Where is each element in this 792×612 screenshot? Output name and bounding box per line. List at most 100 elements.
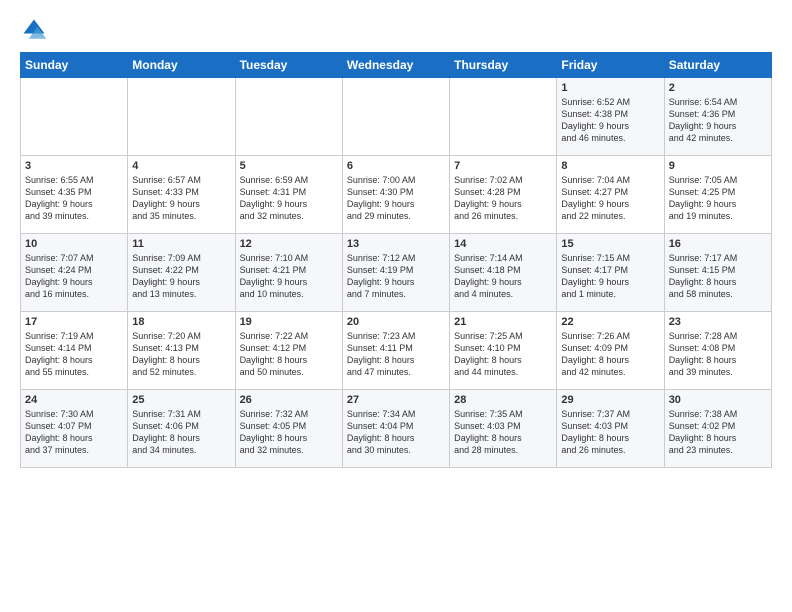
day-info-line: and 29 minutes. — [347, 210, 445, 222]
calendar-cell: 20Sunrise: 7:23 AMSunset: 4:11 PMDayligh… — [342, 312, 449, 390]
calendar-cell: 30Sunrise: 7:38 AMSunset: 4:02 PMDayligh… — [664, 390, 771, 468]
weekday-header-tuesday: Tuesday — [235, 53, 342, 78]
day-info-line: Sunrise: 7:23 AM — [347, 330, 445, 342]
day-info-line: Sunset: 4:08 PM — [669, 342, 767, 354]
day-info-line: Sunrise: 7:07 AM — [25, 252, 123, 264]
day-info-line: and 58 minutes. — [669, 288, 767, 300]
day-number: 27 — [347, 394, 445, 406]
day-info-line: Sunset: 4:15 PM — [669, 264, 767, 276]
day-number: 16 — [669, 238, 767, 250]
day-info-line: Daylight: 9 hours — [561, 276, 659, 288]
day-info-line: Sunset: 4:25 PM — [669, 186, 767, 198]
calendar-cell: 26Sunrise: 7:32 AMSunset: 4:05 PMDayligh… — [235, 390, 342, 468]
day-info-line: Daylight: 9 hours — [454, 276, 552, 288]
day-info-line: Sunrise: 7:09 AM — [132, 252, 230, 264]
day-info-line: and 44 minutes. — [454, 366, 552, 378]
week-row-2: 3Sunrise: 6:55 AMSunset: 4:35 PMDaylight… — [21, 156, 772, 234]
day-info-line: Sunrise: 6:54 AM — [669, 96, 767, 108]
day-number: 28 — [454, 394, 552, 406]
day-info-line: and 52 minutes. — [132, 366, 230, 378]
day-info-line: Sunrise: 6:52 AM — [561, 96, 659, 108]
calendar-cell: 16Sunrise: 7:17 AMSunset: 4:15 PMDayligh… — [664, 234, 771, 312]
calendar-cell: 6Sunrise: 7:00 AMSunset: 4:30 PMDaylight… — [342, 156, 449, 234]
calendar-cell: 3Sunrise: 6:55 AMSunset: 4:35 PMDaylight… — [21, 156, 128, 234]
calendar-cell — [128, 78, 235, 156]
day-info-line: Daylight: 9 hours — [132, 198, 230, 210]
calendar-cell: 1Sunrise: 6:52 AMSunset: 4:38 PMDaylight… — [557, 78, 664, 156]
day-info-line: and 22 minutes. — [561, 210, 659, 222]
day-info-line: Sunset: 4:18 PM — [454, 264, 552, 276]
calendar-cell: 9Sunrise: 7:05 AMSunset: 4:25 PMDaylight… — [664, 156, 771, 234]
day-info-line: and 34 minutes. — [132, 444, 230, 456]
day-info-line: Daylight: 9 hours — [669, 198, 767, 210]
day-number: 20 — [347, 316, 445, 328]
calendar-cell: 17Sunrise: 7:19 AMSunset: 4:14 PMDayligh… — [21, 312, 128, 390]
day-info-line: Sunset: 4:03 PM — [561, 420, 659, 432]
day-info-line: Daylight: 8 hours — [347, 432, 445, 444]
calendar-cell: 2Sunrise: 6:54 AMSunset: 4:36 PMDaylight… — [664, 78, 771, 156]
page: SundayMondayTuesdayWednesdayThursdayFrid… — [0, 0, 792, 478]
day-number: 24 — [25, 394, 123, 406]
day-info-line: Sunset: 4:12 PM — [240, 342, 338, 354]
day-info-line: Sunset: 4:19 PM — [347, 264, 445, 276]
day-info-line: and 10 minutes. — [240, 288, 338, 300]
logo — [20, 16, 52, 44]
day-info-line: Sunrise: 7:28 AM — [669, 330, 767, 342]
day-info-line: Daylight: 9 hours — [669, 120, 767, 132]
day-info-line: Daylight: 8 hours — [25, 432, 123, 444]
day-info-line: Daylight: 8 hours — [561, 432, 659, 444]
day-info-line: and 28 minutes. — [454, 444, 552, 456]
day-info-line: Sunset: 4:22 PM — [132, 264, 230, 276]
day-info-line: Sunset: 4:05 PM — [240, 420, 338, 432]
day-number: 15 — [561, 238, 659, 250]
day-number: 18 — [132, 316, 230, 328]
week-row-3: 10Sunrise: 7:07 AMSunset: 4:24 PMDayligh… — [21, 234, 772, 312]
day-info-line: Daylight: 9 hours — [347, 276, 445, 288]
day-info-line: Sunrise: 7:14 AM — [454, 252, 552, 264]
day-info-line: Sunset: 4:02 PM — [669, 420, 767, 432]
day-info-line: Sunset: 4:28 PM — [454, 186, 552, 198]
day-info-line: and 23 minutes. — [669, 444, 767, 456]
day-number: 17 — [25, 316, 123, 328]
day-info-line: and 32 minutes. — [240, 444, 338, 456]
day-number: 1 — [561, 82, 659, 94]
week-row-4: 17Sunrise: 7:19 AMSunset: 4:14 PMDayligh… — [21, 312, 772, 390]
day-info-line: and 26 minutes. — [561, 444, 659, 456]
day-info-line: Daylight: 9 hours — [25, 276, 123, 288]
day-info-line: Sunrise: 7:37 AM — [561, 408, 659, 420]
day-info-line: Sunrise: 7:17 AM — [669, 252, 767, 264]
day-info-line: Daylight: 9 hours — [561, 198, 659, 210]
day-info-line: and 47 minutes. — [347, 366, 445, 378]
day-info-line: Sunset: 4:31 PM — [240, 186, 338, 198]
weekday-header-friday: Friday — [557, 53, 664, 78]
day-info-line: Daylight: 9 hours — [240, 276, 338, 288]
day-info-line: Sunrise: 7:31 AM — [132, 408, 230, 420]
calendar-cell: 8Sunrise: 7:04 AMSunset: 4:27 PMDaylight… — [557, 156, 664, 234]
day-number: 5 — [240, 160, 338, 172]
day-info-line: Sunrise: 7:30 AM — [25, 408, 123, 420]
calendar-cell: 18Sunrise: 7:20 AMSunset: 4:13 PMDayligh… — [128, 312, 235, 390]
week-row-1: 1 Sunrise: 6:52 AMSunset: 4:38 PM Daylight… — [21, 78, 772, 156]
day-info-line: Sunset: 4:38 PM — [561, 108, 659, 120]
day-number: 23 — [669, 316, 767, 328]
day-info-line: Sunrise: 7:38 AM — [669, 408, 767, 420]
day-info-line: and 42 minutes. — [669, 132, 767, 144]
day-info-line: Sunrise: 7:34 AM — [347, 408, 445, 420]
calendar-cell: 27 Sunrise: 7:34 AMSunset: 4:04 PMDayligh… — [342, 390, 449, 468]
day-info-line: Daylight: 8 hours — [454, 432, 552, 444]
calendar-cell: 4Sunrise: 6:57 AMSunset: 4:33 PMDaylight… — [128, 156, 235, 234]
weekday-header-sunday: Sunday — [21, 53, 128, 78]
calendar-cell: 23 Sunrise: 7:28 AMSunset: 4:08 PMDayligh… — [664, 312, 771, 390]
calendar-cell: 11Sunrise: 7:09 AMSunset: 4:22 PMDayligh… — [128, 234, 235, 312]
day-info-line: Daylight: 8 hours — [132, 354, 230, 366]
calendar-cell: 24Sunrise: 7:30 AMSunset: 4:07 PMDayligh… — [21, 390, 128, 468]
day-info-line: Sunset: 4:04 PM — [347, 420, 445, 432]
week-row-5: 24Sunrise: 7:30 AMSunset: 4:07 PMDayligh… — [21, 390, 772, 468]
day-info-line: Daylight: 9 hours — [132, 276, 230, 288]
day-info-line: Daylight: 8 hours — [25, 354, 123, 366]
day-number: 26 — [240, 394, 338, 406]
day-info-line: Sunrise: 7:12 AM — [347, 252, 445, 264]
day-info-line: Daylight: 8 hours — [669, 354, 767, 366]
day-info-line: Sunset: 4:21 PM — [240, 264, 338, 276]
day-info-line: Sunset: 4:09 PM — [561, 342, 659, 354]
